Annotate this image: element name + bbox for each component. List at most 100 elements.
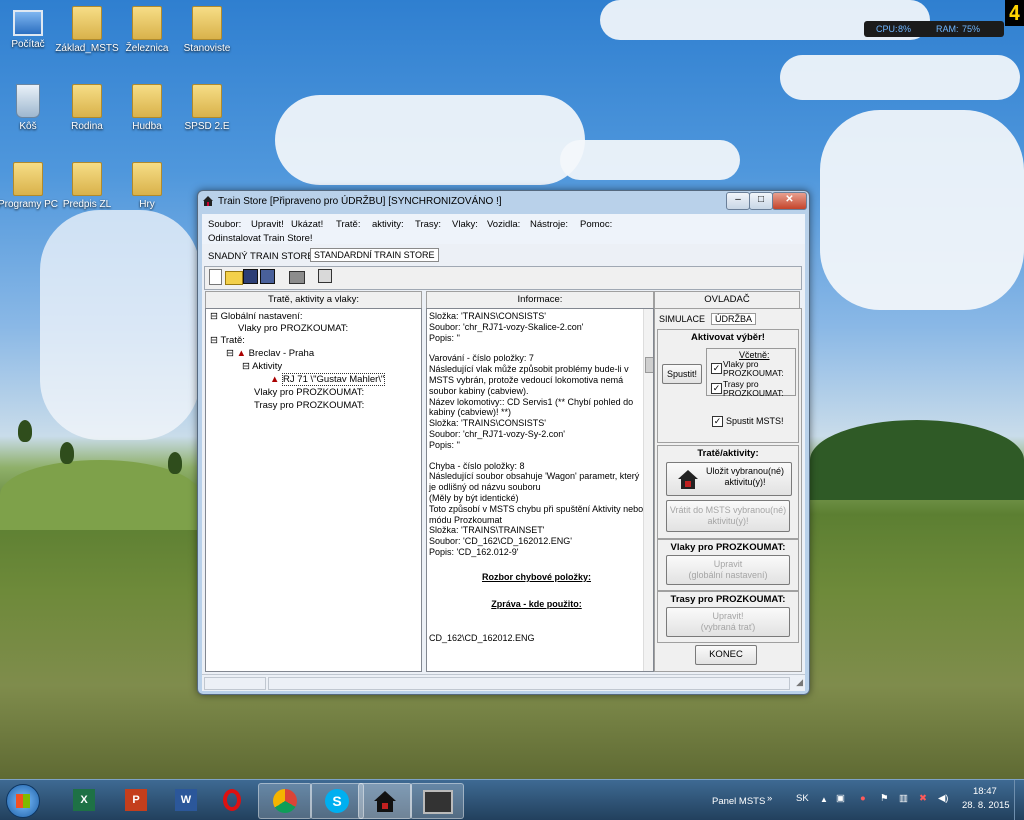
clock-date[interactable]: 28. 8. 2015 [962,800,1010,811]
save-all-icon[interactable] [260,269,275,284]
mode-tabs: SNADNÝ TRAIN STORE STANDARDNÍ TRAIN STOR… [202,247,805,263]
resize-grip-icon[interactable]: ◢ [796,677,803,688]
info-text: Složka: 'TRAINS\CONSISTS' Soubor: 'chr_R… [429,311,644,644]
info-panel[interactable]: Složka: 'TRAINS\CONSISTS' Soubor: 'chr_R… [426,308,654,672]
flag-icon[interactable]: ⚑ [880,793,889,804]
taskbar-chrome[interactable] [258,783,312,819]
menu-upravit[interactable]: Upravit! [251,219,284,230]
desktop-icon-spsd[interactable]: SPSD 2.E [172,84,242,132]
tree-route-trains[interactable]: Vlaky pro PROZKOUMAT: [254,387,364,398]
run-button[interactable]: Spustit! [662,364,702,384]
ram-value: 75% [962,24,981,34]
taskbar-excel[interactable]: X [58,783,110,817]
menu-soubor[interactable]: Soubor: [208,219,241,230]
windows-logo-icon [16,794,30,808]
opera-icon [223,789,241,811]
tree-routes[interactable]: ⊟ Tratě: [210,335,245,346]
menu-trate[interactable]: Tratě: [336,219,360,230]
panel-msts-label[interactable]: Panel MSTS [712,796,765,807]
close-button[interactable]: ✕ [772,192,807,210]
system-monitor-widget: CPU: 8% RAM: 75% [864,21,1004,37]
chk-trains[interactable]: ✓ [711,363,722,374]
menu-bar: Soubor: Upravit! Ukázat! Tratě: aktivity… [202,214,805,244]
menu-ukazat[interactable]: Ukázat! [291,219,323,230]
restore-activity-button[interactable]: Vrátit do MSTS vybranou(né) aktivitu(y)! [666,500,790,532]
title-bar[interactable]: Train Store [Připraveno pro ÚDRŽBU] [SYN… [198,191,809,213]
taskbar-word[interactable]: W [160,783,212,817]
edit-route-button[interactable]: Upravit! (vybraná trať) [666,607,790,637]
taskbar-msts[interactable] [410,783,464,819]
show-hidden-icons[interactable]: ▲ [820,795,828,804]
error-analysis-link[interactable]: Rozbor chybové položky: [429,572,644,583]
menu-vozidla[interactable]: Vozidla: [487,219,520,230]
tree-global-trains[interactable]: Vlaky pro PROZKOUMAT: [238,323,348,334]
power-icon[interactable]: ✖ [919,793,927,804]
desktop-icon-stanoviste[interactable]: Stanoviste [172,6,242,54]
minimize-button[interactable]: – [726,192,750,210]
export-icon[interactable] [318,269,332,283]
clock-time[interactable]: 18:47 [973,786,997,797]
cpu-value: 8% [898,24,912,34]
volume-icon[interactable]: ◀) [938,793,948,804]
app-tray-icon[interactable]: ▣ [836,793,845,804]
tree-route-paths[interactable]: Trasy pro PROZKOUMAT: [254,400,364,411]
collapse-icon[interactable]: ⊟ [210,311,221,322]
network-icon[interactable]: ▥ [899,793,908,804]
collapse-icon[interactable]: ⊟ [210,335,220,346]
desktop-icon-hry[interactable]: Hry [112,162,182,210]
info-panel-header: Informace: [426,291,654,309]
new-file-icon[interactable] [209,269,222,285]
show-desktop-button[interactable] [1014,780,1024,820]
taskbar-powerpoint[interactable]: P [110,783,162,817]
status-pane [268,677,790,690]
maximize-button[interactable]: □ [749,192,773,210]
edit-global-button[interactable]: Upravit (globální nastavení) [666,555,790,585]
activate-group: Aktivovat výběr! Spustit! Včetně: ✓ Vlak… [657,329,799,443]
tab-standardni[interactable]: STANDARDNÍ TRAIN STORE [310,248,439,262]
start-button[interactable] [6,784,40,818]
chrome-icon [273,789,297,813]
menu-aktivity[interactable]: aktivity: [372,219,404,230]
chk-paths[interactable]: ✓ [711,383,722,394]
save-icon[interactable] [243,269,258,284]
train-store-window[interactable]: Train Store [Připraveno pro ÚDRŽBU] [SYN… [197,190,810,695]
menu-trasy[interactable]: Trasy: [415,219,441,230]
language-indicator[interactable]: SK [796,793,809,804]
save-activity-button[interactable]: Uložit vybranou(né) aktivitu(y)! [666,462,792,496]
house-icon [677,468,699,490]
cpu-label: CPU: [876,24,898,34]
antivirus-icon[interactable]: ● [860,793,866,804]
tab-simulace[interactable]: SIMULACE [659,314,705,324]
computer-icon [13,10,43,36]
paths-group: Trasy pro PROZKOUMAT: Upravit! (vybraná … [657,591,799,643]
usage-report-link[interactable]: Zpráva - kde použito: [429,599,644,610]
taskbar-skype[interactable]: S [310,783,364,819]
info-scrollbar[interactable] [643,309,653,671]
tree-route-breclav[interactable]: ⊟ ▲ Breclav - Praha [226,348,314,359]
status-bar: ◢ [202,674,805,691]
folder-icon [72,162,102,196]
open-folder-icon[interactable] [225,271,243,285]
menu-pomoc[interactable]: Pomoc: [580,219,612,230]
house-icon [202,195,214,207]
taskbar-train-store[interactable] [358,783,412,819]
tab-snadny[interactable]: SNADNÝ TRAIN STORE [208,251,314,262]
tree-activity-rj71[interactable]: ▲ RJ 71 \"Gustav Mahler\" [270,373,386,386]
folder-icon [132,6,162,40]
scrollbar-thumb[interactable] [645,357,653,373]
chk-run-msts[interactable]: ✓ [712,416,723,427]
menu-nastroje[interactable]: Nástroje: [530,219,568,230]
route-tree[interactable]: ⊟ Globální nastavení: Vlaky pro PROZKOUM… [205,308,422,672]
tab-udrzba[interactable]: ÚDRŽBA [711,313,757,325]
menu-vlaky[interactable]: Vlaky: [452,219,478,230]
tree-activities[interactable]: ⊟ Aktivity [242,361,282,372]
tree-global-settings[interactable]: ⊟ Globální nastavení: [210,311,302,322]
print-icon[interactable] [289,271,305,284]
end-button[interactable]: KONEC [695,645,757,665]
collapse-icon[interactable]: ⊟ [226,348,237,359]
taskbar-opera[interactable] [208,783,260,817]
menu-odinstalovat[interactable]: Odinstalovat Train Store! [208,233,313,244]
tray-expand-icon[interactable]: » [767,793,772,804]
activate-title: Aktivovat výběr! [691,332,765,343]
collapse-icon[interactable]: ⊟ [242,361,252,372]
